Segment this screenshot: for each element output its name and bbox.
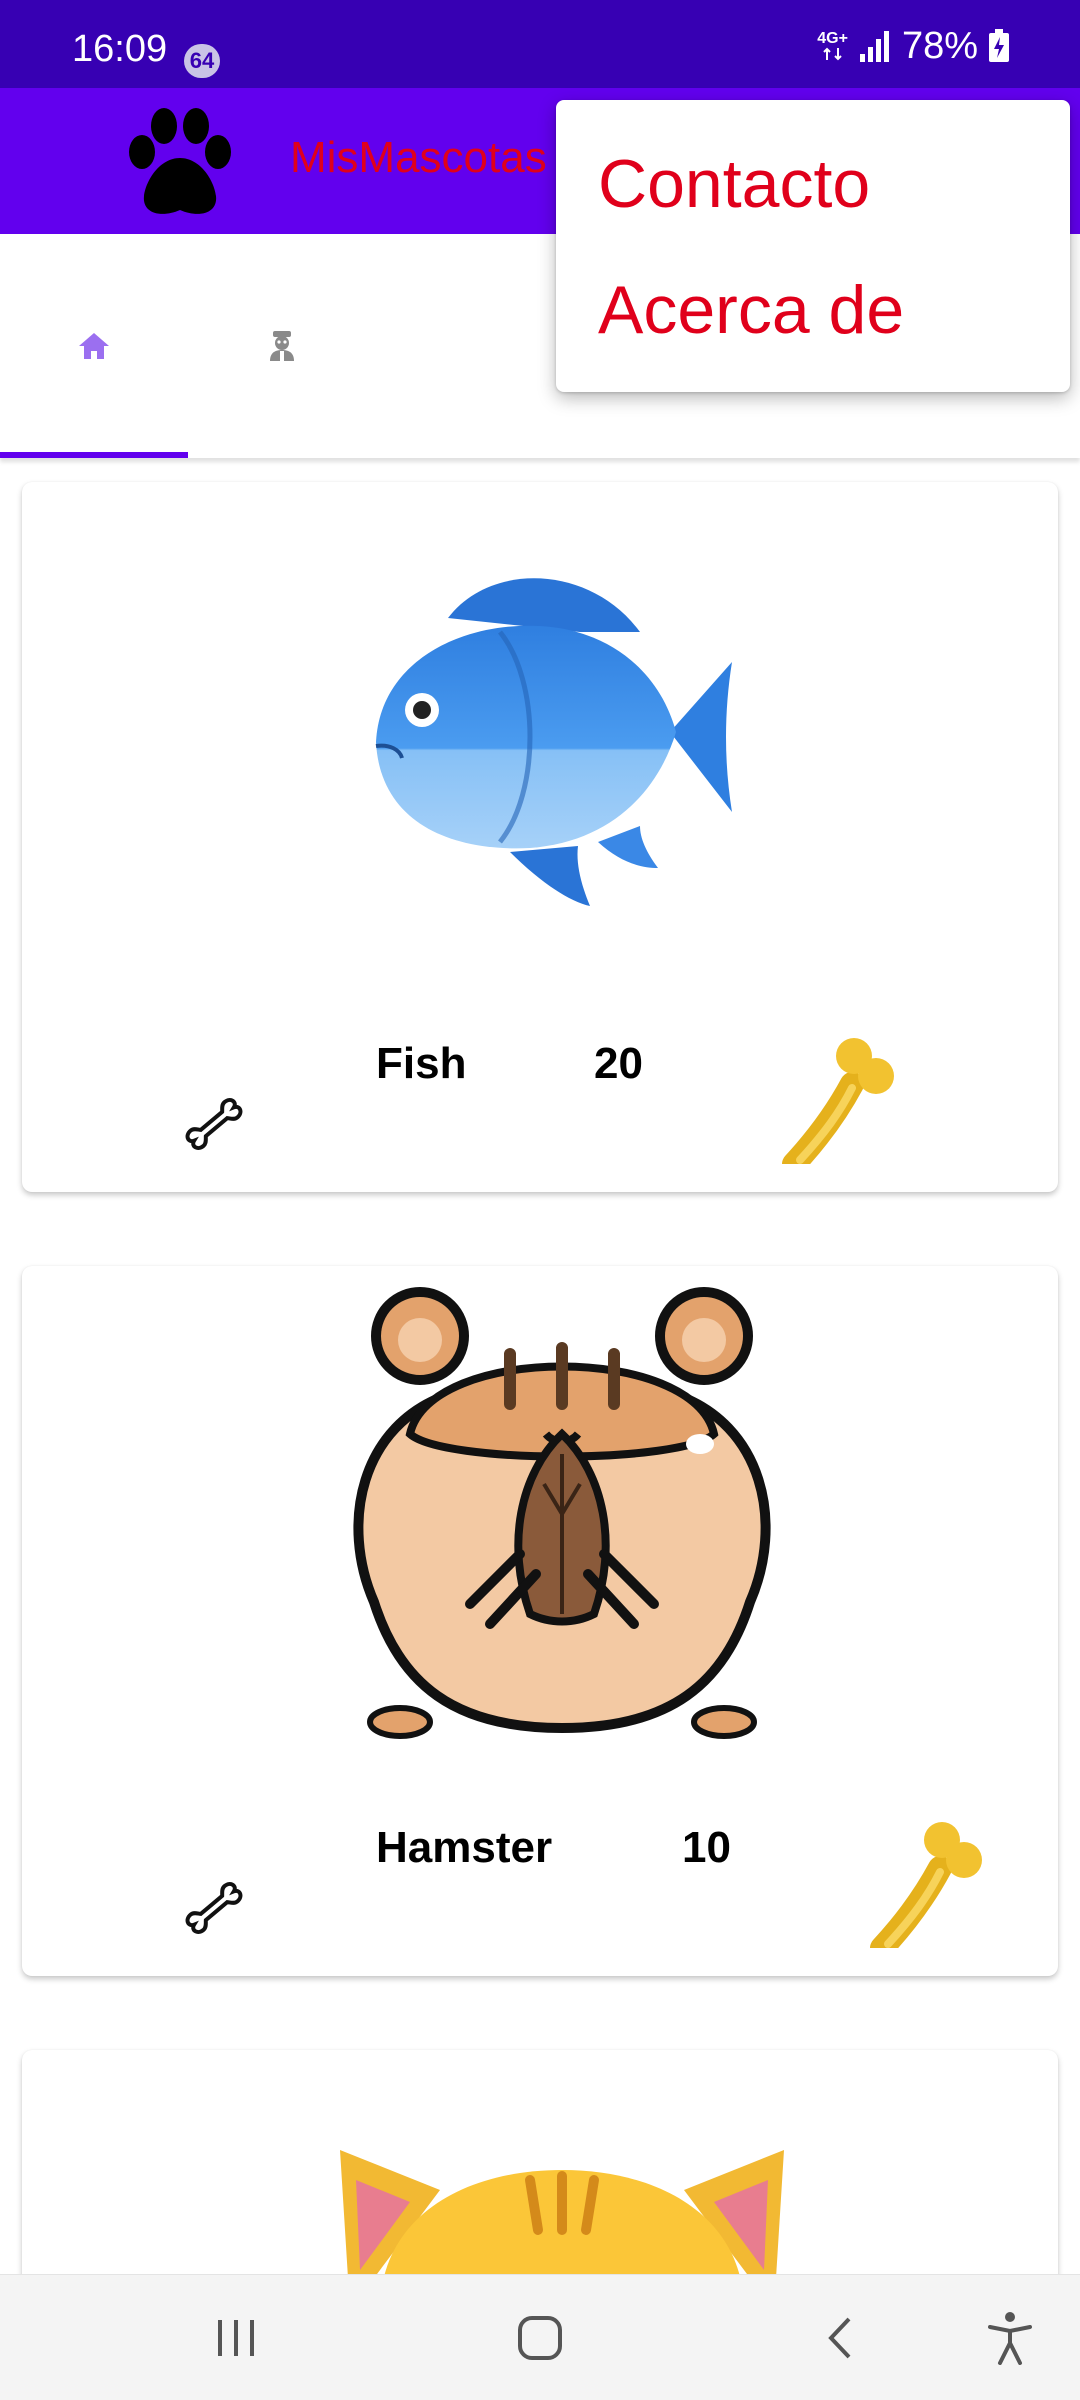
tab-indicator	[0, 452, 188, 458]
home-icon	[518, 2316, 562, 2360]
app-title: MisMascotas	[290, 133, 547, 182]
notification-count-badge: 64	[184, 44, 220, 78]
pet-card[interactable]: Hamster 10	[22, 1266, 1058, 1976]
menu-item-contacto[interactable]: Contacto	[598, 150, 870, 218]
pet-card[interactable]: Fish 20	[22, 482, 1058, 1192]
menu-item-acerca-de[interactable]: Acerca de	[598, 276, 904, 344]
hamster-image	[353, 1287, 771, 1739]
rate-bone-button[interactable]	[174, 1868, 254, 1948]
pet-name: Hamster	[376, 1823, 553, 1872]
accessibility-button[interactable]	[970, 2298, 1050, 2378]
battery-percentage: 78%	[901, 25, 978, 67]
fish-image	[375, 578, 732, 906]
screen: 16:09 64 4G+ 78% MisMascotas Fish 20 Ham…	[0, 0, 1080, 2400]
back-button[interactable]	[800, 2298, 880, 2378]
battery-charging-icon	[989, 29, 1009, 62]
system-nav-bar	[0, 2274, 1080, 2400]
network-type-indicator: 4G+	[817, 31, 848, 61]
pet-rating: 20	[594, 1039, 643, 1088]
overflow-menu: Contacto Acerca de	[556, 100, 1070, 392]
home-button[interactable]	[500, 2298, 580, 2378]
pet-profile-icon	[270, 331, 294, 361]
gold-bone-icon	[782, 1038, 894, 1164]
paw-icon	[129, 108, 231, 214]
bone-outline-icon	[185, 1098, 243, 1150]
pet-name: Fish	[376, 1039, 467, 1088]
status-time: 16:09	[72, 28, 168, 70]
home-icon	[79, 333, 109, 359]
recents-button[interactable]	[196, 2298, 276, 2378]
status-bar: 16:09 64 4G+ 78%	[0, 0, 1080, 88]
recents-icon	[218, 2320, 254, 2356]
data-arrows-icon	[822, 47, 842, 61]
accessibility-icon	[988, 2312, 1032, 2365]
network-type-label: 4G+	[817, 30, 848, 47]
back-icon	[828, 2317, 851, 2359]
status-indicators: 4G+ 78%	[817, 26, 1010, 66]
tab-home[interactable]	[0, 234, 188, 458]
gold-bone-icon	[870, 1822, 982, 1948]
signal-icon	[859, 31, 889, 62]
tab-pet-profile[interactable]	[188, 234, 376, 458]
bone-outline-icon	[185, 1882, 243, 1934]
pet-rating: 10	[682, 1823, 731, 1872]
rate-bone-button[interactable]	[174, 1084, 254, 1164]
